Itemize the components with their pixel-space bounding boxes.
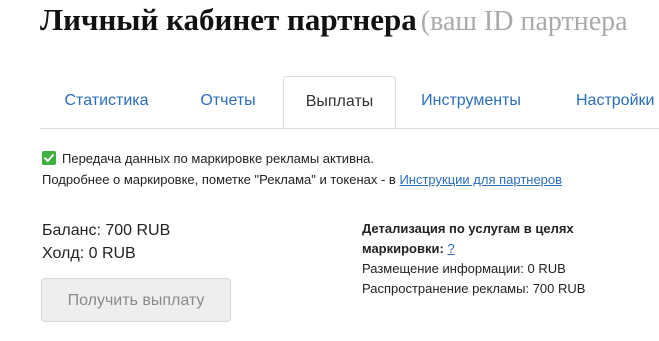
tab-tools[interactable]: Инструменты xyxy=(396,76,546,128)
distribution-amount: Распространение рекламы: 700 RUB xyxy=(362,281,586,296)
partner-dashboard-page: Личный кабинет партнера (ваш ID партнера… xyxy=(0,0,659,341)
tab-bar: Статистика Отчеты Выплаты Инструменты На… xyxy=(40,76,659,129)
partner-id-hint: (ваш ID партнера xyxy=(420,6,628,37)
marking-details: Детализация по услугам в целях маркировк… xyxy=(362,219,642,299)
page-title: Личный кабинет партнера xyxy=(40,2,417,37)
marking-status-line: Передача данных по маркировке рекламы ак… xyxy=(42,148,562,169)
balance-block: Баланс: 700 RUB Холд: 0 RUB xyxy=(42,219,170,265)
partner-instructions-link[interactable]: Инструкции для партнеров xyxy=(399,172,562,187)
marking-status-text: Передача данных по маркировке рекламы ак… xyxy=(62,151,374,166)
tab-payouts[interactable]: Выплаты xyxy=(283,76,396,128)
page-header: Личный кабинет партнера (ваш ID партнера xyxy=(40,2,628,44)
details-heading-line1: Детализация по услугам в целях xyxy=(362,221,574,236)
balance-amount: Баланс: 700 RUB xyxy=(42,222,171,239)
ad-marking-notice: Передача данных по маркировке рекламы ак… xyxy=(42,148,562,190)
details-heading-line2: маркировки: xyxy=(362,241,444,256)
hold-amount: Холд: 0 RUB xyxy=(42,245,136,262)
marking-info-line: Подробнее о маркировке, пометке "Реклама… xyxy=(42,169,562,190)
tab-statistics[interactable]: Статистика xyxy=(40,76,173,128)
get-payout-button[interactable]: Получить выплату xyxy=(41,278,231,322)
placement-amount: Размещение информации: 0 RUB xyxy=(362,261,566,276)
tab-reports[interactable]: Отчеты xyxy=(173,76,283,128)
details-help-link[interactable]: ? xyxy=(447,241,454,256)
marking-info-text: Подробнее о маркировке, пометке "Реклама… xyxy=(42,172,400,187)
check-icon xyxy=(42,151,56,165)
tab-settings[interactable]: Настройки xyxy=(546,76,659,128)
